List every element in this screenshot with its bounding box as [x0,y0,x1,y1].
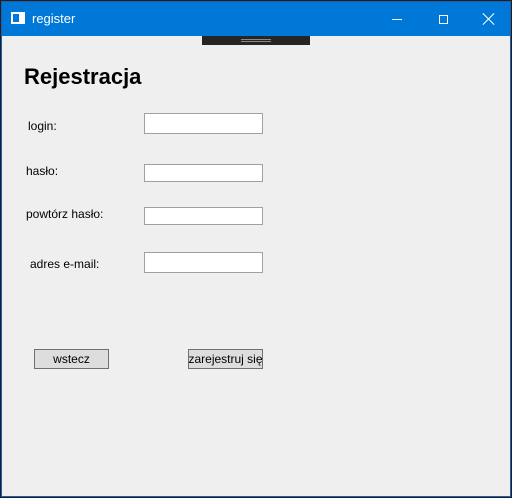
repeat-password-field[interactable] [144,207,263,225]
password-label: hasło: [26,164,59,178]
login-field[interactable] [144,113,263,134]
email-field[interactable] [144,252,263,273]
minimize-button[interactable] [374,2,420,36]
window-title: register [32,11,76,26]
back-button[interactable]: wstecz [34,349,109,369]
login-label: login: [28,119,57,133]
maximize-icon [438,14,448,24]
app-window: register Rejestracja login: hasło: powtó… [1,1,511,497]
window-app-icon [11,12,25,24]
email-label: adres e-mail: [30,257,100,271]
close-icon [483,13,495,25]
register-button[interactable]: zarejestruj się [188,349,263,369]
password-field[interactable] [144,164,263,182]
title-bar[interactable]: register [2,2,510,36]
repeat-password-label: powtórz hasło: [26,207,104,221]
debug-toolbar[interactable] [202,36,310,45]
page-title: Rejestracja [24,64,142,89]
minimize-icon [392,18,402,20]
maximize-button[interactable] [420,2,466,36]
toolbar-grip-icon[interactable] [241,39,271,42]
close-button[interactable] [466,2,510,36]
